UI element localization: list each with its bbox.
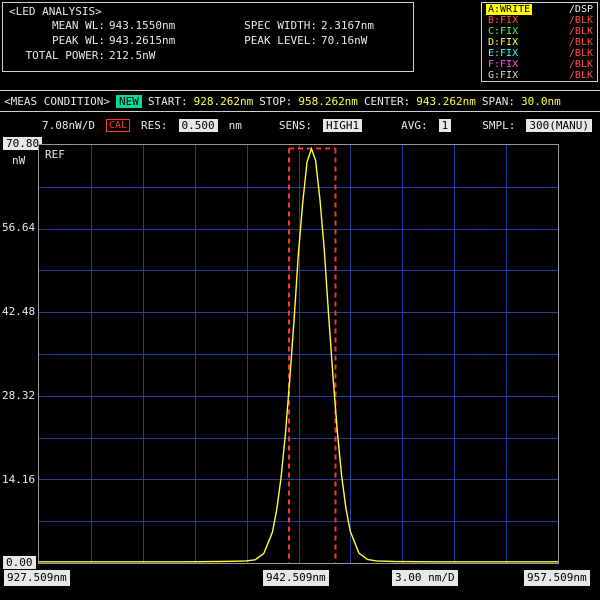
led-analysis-panel: <LED ANALYSIS> MEAN WL: 943.1550nm SPEC … (2, 2, 414, 72)
y-axis-max: 70.80 (3, 137, 42, 150)
span-value: 30.0nm (521, 95, 561, 108)
trace-row-b: B:FIX /BLK (486, 15, 593, 26)
total-power-value: 212.5nW (109, 48, 221, 63)
peak-wl-label: PEAK WL: (9, 33, 109, 48)
trace-e-mode: /BLK (569, 48, 593, 59)
trace-row-g: G:FIX /BLK (486, 70, 593, 81)
sens-value-field: HIGH1 (323, 119, 362, 132)
trace-row-e: E:FIX /BLK (486, 48, 593, 59)
res-label: RES: (141, 119, 168, 132)
trace-d-label: D:FIX (486, 37, 520, 48)
peak-level-label: PEAK LEVEL: (221, 33, 321, 48)
trace-f-mode: /BLK (569, 59, 593, 70)
spec-width-value: 2.3167nm (321, 18, 413, 33)
settings-row: 7.08nW/D CAL RES: 0.500 nm SENS: HIGH1 A… (0, 116, 600, 134)
mean-wl-value: 943.1550nm (109, 18, 221, 33)
y-axis-unit: nW (12, 154, 25, 167)
y-tick-2: 42.48 (2, 305, 36, 318)
peak-level-value: 70.16nW (321, 33, 413, 48)
trace-row-d: D:FIX /BLK (486, 37, 593, 48)
meas-condition-band: <MEAS CONDITION> NEW START: 928.262nm ST… (0, 90, 600, 112)
y-tick-3: 28.32 (2, 389, 36, 402)
center-value: 943.262nm (416, 95, 476, 108)
trace-row-a: A:WRITE /DSP (486, 4, 593, 15)
x-axis-per-div: 3.00 nm/D (392, 570, 458, 586)
avg-value-field: 1 (439, 119, 452, 132)
trace-c-mode: /BLK (569, 26, 593, 37)
span-label: SPAN: (482, 95, 515, 108)
trace-e-label: E:FIX (486, 48, 520, 59)
trace-g-mode: /BLK (569, 70, 593, 81)
stop-label: STOP: (259, 95, 292, 108)
y-axis-min: 0.00 (3, 556, 36, 569)
trace-row-c: C:FIX /BLK (486, 26, 593, 37)
spectrum-plot: REF (38, 144, 559, 564)
trace-a-mode: /DSP (569, 4, 593, 15)
center-label: CENTER: (364, 95, 410, 108)
meas-condition-title: <MEAS CONDITION> (4, 95, 110, 108)
spectrum-plot-canvas (39, 145, 558, 563)
y-tick-1: 56.64 (2, 221, 36, 234)
stop-value: 958.262nm (298, 95, 358, 108)
cal-indicator: CAL (106, 119, 130, 132)
trace-b-label: B:FIX (486, 15, 520, 26)
led-analysis-grid: MEAN WL: 943.1550nm SPEC WIDTH: 2.3167nm… (9, 18, 413, 63)
x-axis-center: 942.509nm (263, 570, 329, 586)
start-label: START: (148, 95, 188, 108)
mean-wl-label: MEAN WL: (9, 18, 109, 33)
spectrum-trace-a (39, 149, 558, 562)
total-power-label: TOTAL POWER: (9, 48, 109, 63)
sens-label: SENS: (279, 119, 312, 132)
spec-width-label: SPEC WIDTH: (221, 18, 321, 33)
smpl-label: SMPL: (482, 119, 515, 132)
trace-c-label: C:FIX (486, 26, 520, 37)
trace-g-label: G:FIX (486, 70, 520, 81)
res-value-field: 0.500 (179, 119, 218, 132)
x-axis-left: 927.509nm (4, 570, 70, 586)
trace-a-label: A:WRITE (486, 4, 532, 15)
trace-b-mode: /BLK (569, 15, 593, 26)
ref-label: REF (45, 148, 65, 161)
y-scale-per-div: 7.08nW/D (42, 119, 95, 132)
x-axis-right: 957.509nm (524, 570, 590, 586)
trace-list-panel: A:WRITE /DSP B:FIX /BLK C:FIX /BLK D:FIX… (481, 2, 598, 82)
smpl-value-field: 300(MANU) (526, 119, 592, 132)
peak-wl-value: 943.2615nm (109, 33, 221, 48)
avg-label: AVG: (401, 119, 428, 132)
trace-row-f: F:FIX /BLK (486, 59, 593, 70)
res-unit: nm (229, 119, 242, 132)
led-analysis-title: <LED ANALYSIS> (9, 5, 413, 18)
trace-d-mode: /BLK (569, 37, 593, 48)
y-tick-4: 14.16 (2, 473, 36, 486)
trace-f-label: F:FIX (486, 59, 520, 70)
new-badge: NEW (116, 95, 142, 108)
start-value: 928.262nm (194, 95, 254, 108)
